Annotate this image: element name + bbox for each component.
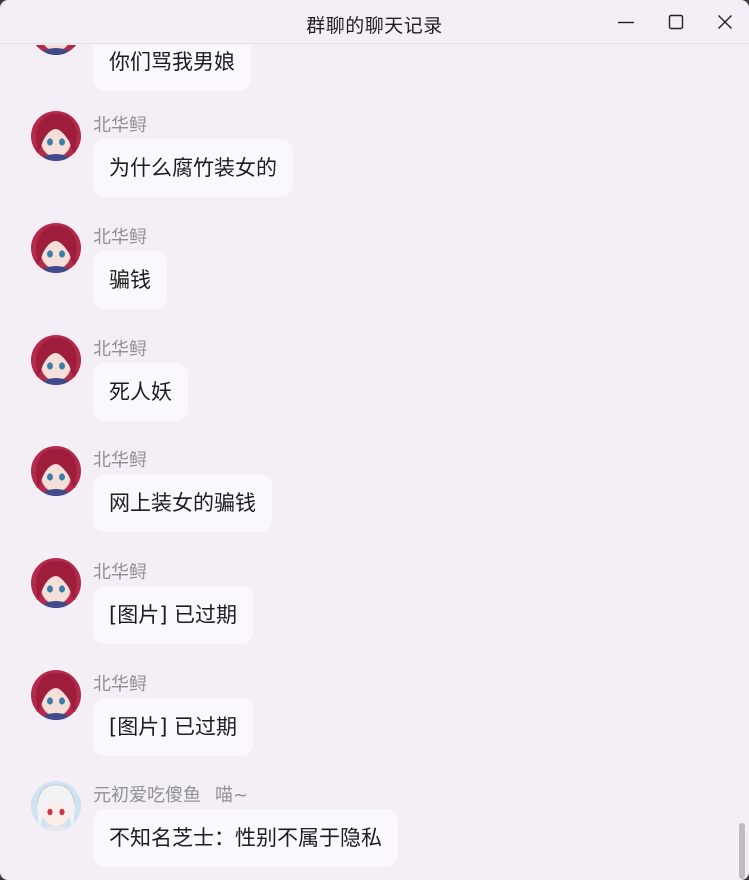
minimize-button[interactable]: [606, 6, 646, 38]
title-bar[interactable]: 群聊的聊天记录: [0, 0, 749, 44]
avatar[interactable]: [31, 335, 81, 385]
avatar[interactable]: [31, 558, 81, 608]
red-haired-anime-avatar-icon: [31, 111, 81, 161]
sender-name-text: 元初爱吃傻鱼: [93, 785, 201, 806]
message-item: 北华鲟 为什么腐竹装女的: [0, 111, 740, 211]
avatar[interactable]: [31, 670, 81, 720]
red-haired-anime-avatar-icon: [31, 223, 81, 273]
avatar[interactable]: [31, 781, 81, 831]
red-haired-anime-avatar-icon: [31, 446, 81, 496]
message-bubble[interactable]: [图片] 已过期: [93, 698, 254, 756]
sender-name[interactable]: 北华鲟: [93, 111, 147, 137]
sender-name[interactable]: 北华鲟: [93, 223, 147, 249]
red-haired-anime-avatar-icon: [31, 335, 81, 385]
close-icon: [718, 15, 732, 29]
message-text: [图片] 已过期: [109, 715, 238, 739]
message-item: 你们骂我男娘: [0, 45, 740, 105]
minimize-icon: [618, 21, 634, 24]
avatar[interactable]: [31, 111, 81, 161]
message-item: 北华鲟 网上装女的骗钱: [0, 446, 740, 546]
sender-name[interactable]: 北华鲟: [93, 670, 147, 696]
message-bubble[interactable]: 不知名芝士：性别不属于隐私: [93, 809, 398, 867]
message-item: 北华鲟 [图片] 已过期: [0, 670, 740, 770]
avatar[interactable]: [31, 446, 81, 496]
message-list[interactable]: 你们骂我男娘 北华鲟 为什么腐竹装女的 北华鲟 骗钱 北华鲟 死人妖 北华鲟 网…: [0, 45, 740, 880]
message-bubble[interactable]: 为什么腐竹装女的: [93, 139, 293, 197]
message-item: 元初爱吃傻鱼 喵~ 不知名芝士：性别不属于隐私: [0, 781, 740, 880]
red-haired-anime-avatar-icon: [31, 558, 81, 608]
message-bubble[interactable]: 你们骂我男娘: [93, 45, 251, 91]
message-item: 北华鲟 骗钱: [0, 223, 740, 323]
sender-name[interactable]: 北华鲟: [93, 335, 147, 361]
message-text: 死人妖: [109, 380, 172, 404]
message-text: 为什么腐竹装女的: [109, 156, 277, 180]
scrollbar-thumb[interactable]: [739, 823, 745, 879]
message-item: 北华鲟 死人妖: [0, 335, 740, 435]
maximize-button[interactable]: [656, 6, 696, 38]
scrollbar[interactable]: [737, 45, 749, 880]
message-text: 网上装女的骗钱: [109, 491, 256, 515]
red-haired-anime-avatar-icon: [31, 45, 81, 55]
message-text: 不知名芝士：性别不属于隐私: [109, 826, 382, 850]
message-text: [图片] 已过期: [109, 603, 238, 627]
avatar[interactable]: [31, 45, 81, 55]
message-item: 北华鲟 [图片] 已过期: [0, 558, 740, 658]
avatar[interactable]: [31, 223, 81, 273]
message-bubble[interactable]: 死人妖: [93, 363, 188, 421]
sender-name[interactable]: 北华鲟: [93, 446, 147, 472]
message-bubble[interactable]: 网上装女的骗钱: [93, 474, 272, 532]
message-text: 骗钱: [109, 268, 151, 292]
white-haired-anime-avatar-icon: [31, 781, 81, 831]
chat-history-window: 群聊的聊天记录 你们骂我男娘 北华鲟 为什么腐竹装女的 北华鲟 骗钱 北华鲟 死…: [0, 0, 749, 880]
message-bubble[interactable]: 骗钱: [93, 251, 167, 309]
message-text: 你们骂我男娘: [109, 50, 235, 74]
red-haired-anime-avatar-icon: [31, 670, 81, 720]
maximize-icon: [668, 14, 684, 30]
close-button[interactable]: [705, 6, 745, 38]
message-bubble[interactable]: [图片] 已过期: [93, 586, 254, 644]
sender-name[interactable]: 北华鲟: [93, 558, 147, 584]
sender-name[interactable]: 元初爱吃傻鱼 喵~: [93, 781, 248, 807]
sender-title: 喵~: [215, 785, 249, 806]
